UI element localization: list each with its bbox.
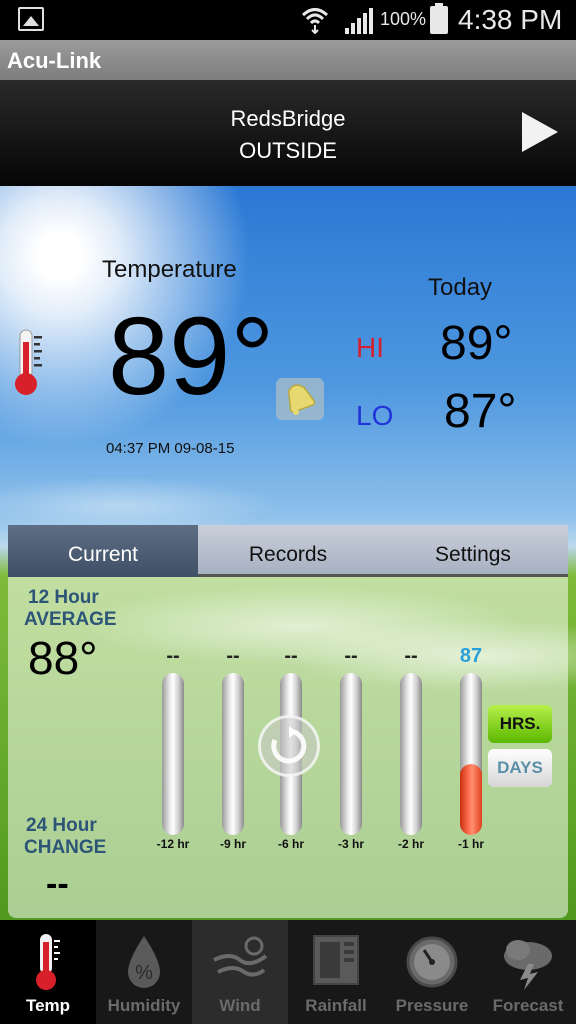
history-bar-label: -12 hr bbox=[156, 837, 190, 851]
signal-icon bbox=[345, 8, 373, 34]
days-button[interactable]: DAYS bbox=[488, 749, 552, 787]
history-bar-value: -- bbox=[226, 645, 240, 667]
change-label: CHANGE bbox=[24, 837, 107, 858]
history-bar-track bbox=[222, 673, 244, 835]
thermometer-icon bbox=[36, 934, 60, 990]
history-bar-label: -2 hr bbox=[397, 837, 424, 851]
clock: 4:38 PM bbox=[458, 4, 563, 35]
history-bar-label: -9 hr bbox=[219, 837, 246, 851]
app-bar: Acu-Link bbox=[0, 40, 576, 80]
current-temperature: 89° bbox=[108, 295, 275, 418]
history-bar-track bbox=[400, 673, 422, 835]
nav-label-temp: Temp bbox=[25, 996, 71, 1015]
hours-button[interactable]: HRS. bbox=[488, 705, 552, 743]
tab-bar: Current Records Settings bbox=[8, 525, 568, 577]
sensor-location: OUTSIDE bbox=[239, 138, 337, 163]
nav-label-wind: Wind bbox=[219, 996, 261, 1015]
refresh-icon bbox=[271, 726, 307, 764]
nav-label-pressure: Pressure bbox=[395, 996, 469, 1015]
tab-settings[interactable]: Settings bbox=[378, 525, 568, 577]
nav-forecast[interactable]: Forecast bbox=[480, 920, 576, 1024]
wind-icon bbox=[213, 936, 268, 977]
nav-label-forecast: Forecast bbox=[492, 996, 564, 1015]
battery-percent: 100% bbox=[380, 9, 427, 29]
average-period-label: 12 Hour bbox=[28, 587, 99, 608]
history-bar-value: 87 bbox=[459, 645, 483, 667]
status-bar: 100% 4:38 PM bbox=[0, 0, 576, 40]
nav-label-humidity: Humidity bbox=[107, 996, 181, 1015]
history-bar-value: -- bbox=[166, 645, 180, 667]
average-value: 88° bbox=[28, 632, 98, 684]
battery-icon bbox=[430, 3, 448, 34]
history-bar-label: -6 hr bbox=[277, 837, 304, 851]
app-title: Acu-Link bbox=[7, 48, 102, 73]
station-header: RedsBridge OUTSIDE bbox=[0, 80, 576, 186]
detail-panel: Current Records Settings 12 Hour AVERAGE… bbox=[8, 525, 568, 918]
bell-icon bbox=[287, 384, 316, 415]
svg-text:%: % bbox=[135, 962, 153, 984]
alarm-bell-button[interactable] bbox=[276, 378, 324, 420]
history-bar-track bbox=[162, 673, 184, 835]
high-temperature: 89° bbox=[440, 317, 513, 370]
humidity-drop-icon: % bbox=[128, 936, 160, 988]
average-label: AVERAGE bbox=[24, 609, 117, 630]
change-value: -- bbox=[46, 865, 69, 903]
change-period-label: 24 Hour bbox=[26, 815, 97, 836]
barometer-icon bbox=[406, 936, 458, 988]
nav-temp[interactable]: Temp bbox=[0, 920, 96, 1024]
reading-timestamp: 04:37 PM 09-08-15 bbox=[106, 440, 235, 457]
wifi-icon bbox=[301, 8, 329, 34]
play-arrow-icon[interactable] bbox=[522, 112, 558, 152]
history-bar-value: -- bbox=[284, 645, 298, 667]
history-bar-label: -1 hr bbox=[457, 837, 484, 851]
gallery-icon bbox=[18, 7, 44, 31]
history-bar-fill bbox=[460, 764, 482, 835]
nav-pressure[interactable]: Pressure bbox=[384, 920, 480, 1024]
storm-cloud-icon bbox=[504, 940, 552, 990]
today-label: Today bbox=[428, 274, 493, 301]
low-label: LO bbox=[356, 400, 394, 431]
refresh-button[interactable] bbox=[258, 715, 320, 777]
tab-records[interactable]: Records bbox=[198, 525, 378, 577]
history-bar-label: -3 hr bbox=[337, 837, 364, 851]
nav-wind[interactable]: Wind bbox=[192, 920, 288, 1024]
history-bar-track bbox=[340, 673, 362, 835]
rain-gauge-icon bbox=[313, 935, 359, 985]
tab-current[interactable]: Current bbox=[8, 525, 198, 577]
history-bar-value: -- bbox=[344, 645, 358, 667]
low-temperature: 87° bbox=[444, 385, 517, 438]
history-bar-value: -- bbox=[404, 645, 418, 667]
high-label: HI bbox=[356, 332, 384, 363]
nav-humidity[interactable]: % Humidity bbox=[96, 920, 192, 1024]
bottom-navigation: Temp % Humidity Wind Rainfall Pressure F… bbox=[0, 920, 576, 1024]
nav-label-rainfall: Rainfall bbox=[305, 996, 367, 1015]
history-bar-track bbox=[460, 673, 482, 835]
thermometer-icon bbox=[15, 329, 42, 395]
temperature-label: Temperature bbox=[102, 256, 237, 283]
station-name: RedsBridge bbox=[230, 106, 346, 131]
nav-rainfall[interactable]: Rainfall bbox=[288, 920, 384, 1024]
